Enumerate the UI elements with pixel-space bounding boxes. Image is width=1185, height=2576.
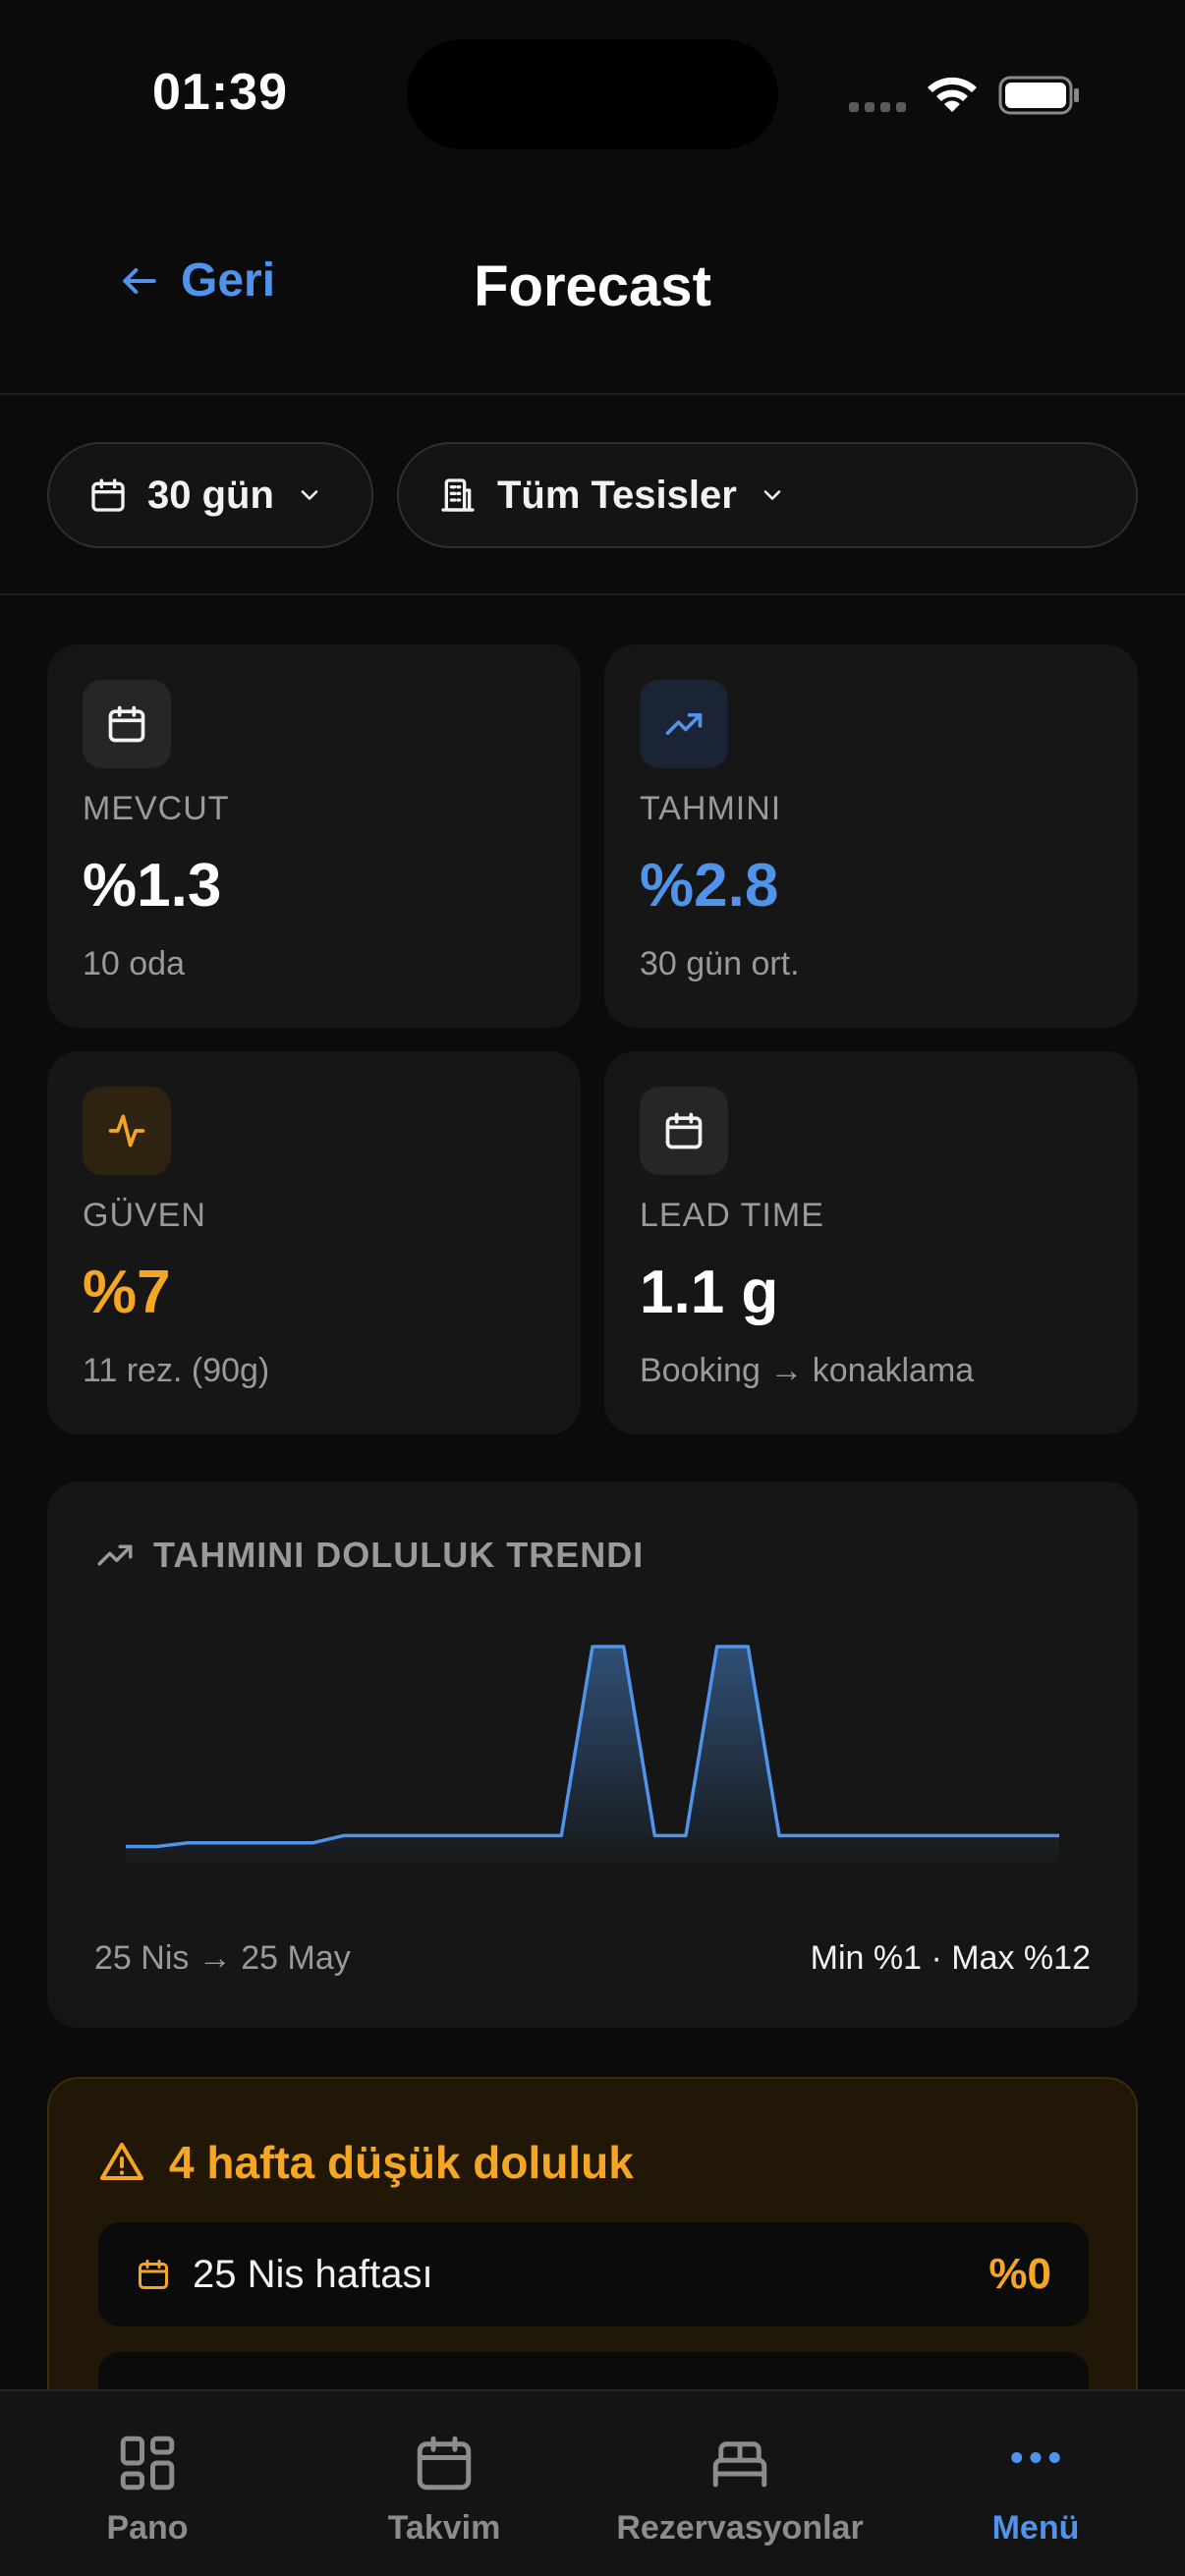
- status-time: 01:39: [152, 64, 288, 121]
- calendar-icon: [417, 2436, 472, 2491]
- icon-box: [640, 1087, 728, 1175]
- trending-up-icon: [665, 713, 703, 735]
- tab-label: Pano: [106, 2509, 189, 2547]
- stat-sub: 30 gün ort.: [640, 945, 800, 982]
- stat-value: %1.3: [83, 852, 222, 920]
- calendar-icon: [139, 2260, 168, 2289]
- back-label: Geri: [181, 254, 276, 307]
- bed-icon: [712, 2441, 767, 2488]
- dashboard-icon: [120, 2436, 175, 2491]
- tab-bar: Pano Takvim Rezervasyonlar Menü: [0, 2389, 1185, 2576]
- calendar-icon: [108, 705, 145, 743]
- stat-sub: 11 rez. (90g): [83, 1352, 270, 1389]
- more-icon: [1011, 2452, 1060, 2463]
- icon-box: [640, 680, 728, 768]
- trend-minmax: Min %1 · Max %12: [810, 1939, 1091, 1977]
- calendar-icon: [665, 1112, 703, 1149]
- warning-title: 4 hafta düşük doluluk: [169, 2137, 634, 2188]
- back-button[interactable]: Geri: [118, 253, 275, 308]
- trend-area: [126, 1647, 1059, 1865]
- dynamic-island: [407, 39, 778, 149]
- stat-label: MEVCUT: [83, 790, 230, 827]
- stat-value: %7: [83, 1259, 171, 1326]
- tab-label: Menü: [991, 2509, 1080, 2547]
- stat-card-confidence: GÜVEN %7 11 rez. (90g): [47, 1051, 581, 1434]
- week-value: %0: [988, 2250, 1051, 2298]
- stat-label: GÜVEN: [83, 1197, 206, 1234]
- warning-icon: [100, 2143, 143, 2180]
- trend-card: TAHMINI DOLULUK TRENDI 25 Nis → 25 May M…: [47, 1482, 1138, 2028]
- facility-select[interactable]: Tüm Tesisler: [397, 442, 1138, 548]
- signal-icon: [849, 102, 906, 112]
- stat-value: 1.1 g: [640, 1259, 779, 1326]
- stat-value: %2.8: [640, 852, 779, 920]
- chevron-down-icon: [763, 490, 781, 500]
- wifi-icon: [928, 77, 977, 112]
- week-label: 25 Nis haftası: [193, 2252, 433, 2296]
- stat-card-forecast: TAHMINI %2.8 30 gün ort.: [604, 644, 1138, 1028]
- icon-box: [83, 1087, 171, 1175]
- nav-header: Geri Forecast: [0, 196, 1185, 395]
- stat-sub: Booking → konaklama: [640, 1352, 975, 1389]
- status-bar: 01:39: [0, 0, 1185, 196]
- building-icon: [441, 478, 475, 512]
- stat-card-current: MEVCUT %1.3 10 oda: [47, 644, 581, 1028]
- tab-menu[interactable]: Menü: [888, 2431, 1183, 2548]
- trend-range: 25 Nis → 25 May: [94, 1939, 351, 1977]
- chevron-down-icon: [301, 490, 318, 500]
- tab-takvim[interactable]: Takvim: [297, 2431, 592, 2548]
- tab-label: Takvim: [387, 2509, 501, 2547]
- warning-header: 4 hafta düşük doluluk: [98, 2136, 634, 2189]
- stat-sub: 10 oda: [83, 945, 185, 982]
- icon-box: [83, 680, 171, 768]
- tab-rezervasyonlar[interactable]: Rezervasyonlar: [592, 2431, 887, 2548]
- facility-value: Tüm Tesisler: [497, 473, 737, 517]
- stat-card-lead-time: LEAD TIME 1.1 g Booking → konaklama: [604, 1051, 1138, 1434]
- activity-icon: [108, 1114, 145, 1148]
- stat-label: TAHMINI: [640, 790, 782, 827]
- calendar-icon: [91, 478, 125, 512]
- battery-icon: [998, 76, 1079, 115]
- period-select[interactable]: 30 gün: [47, 442, 373, 548]
- arrow-left-icon: [123, 267, 156, 294]
- week-row[interactable]: 25 Nis haftası %0: [98, 2222, 1089, 2326]
- tab-label: Rezervasyonlar: [616, 2509, 864, 2547]
- stat-label: LEAD TIME: [640, 1197, 824, 1234]
- filter-bar: 30 gün Tüm Tesisler: [0, 397, 1185, 595]
- period-value: 30 gün: [147, 473, 274, 517]
- tab-pano[interactable]: Pano: [0, 2431, 295, 2548]
